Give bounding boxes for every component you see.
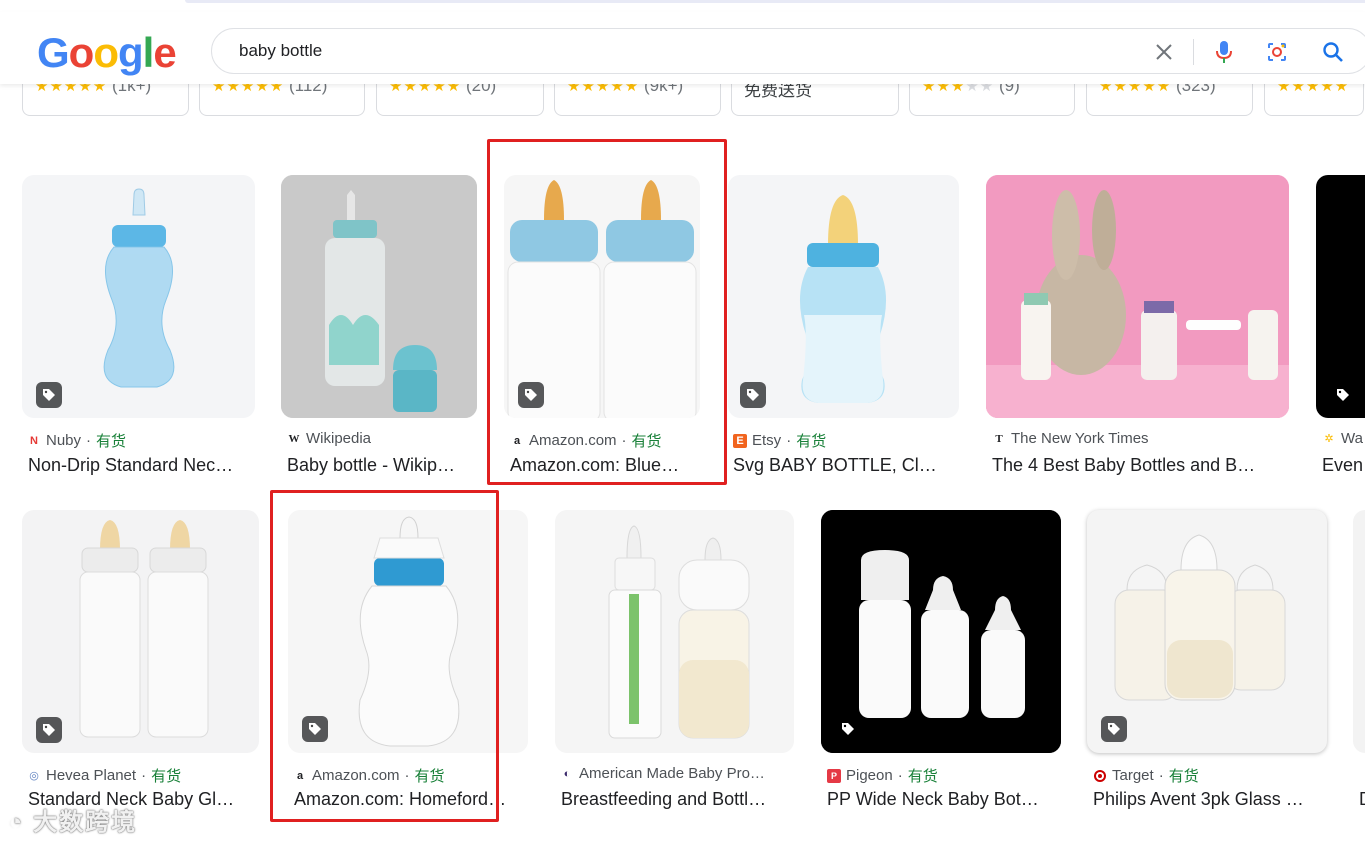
nyt-favicon-icon: T [995, 432, 1003, 445]
product-tag-icon [740, 382, 766, 408]
result-source[interactable]: N Nuby · 有货 [27, 430, 126, 451]
target-favicon-icon [1093, 769, 1107, 783]
highlight-box [270, 490, 499, 822]
result-title[interactable]: The 4 Best Baby Bottles and B… [992, 455, 1284, 476]
wikipedia-favicon-icon: W [288, 432, 300, 445]
result-title[interactable]: Even [1322, 455, 1365, 476]
search-divider [1193, 39, 1194, 65]
search-box[interactable]: baby bottle [211, 28, 1365, 74]
watermark: ◔ 大数跨境 [8, 802, 137, 837]
nuby-favicon-icon: N [30, 434, 38, 447]
source-name: Etsy [752, 432, 782, 449]
search-results-page: ★★★★★ (1k+) ★★★★★ (112) ★★★★★ (20) ★★★★★… [0, 0, 1365, 841]
result-thumbnail[interactable] [1353, 510, 1365, 753]
separator: · [897, 767, 903, 784]
pigeon-favicon-icon: P [827, 768, 841, 783]
product-tag-icon [1330, 382, 1356, 408]
lens-camera-icon[interactable] [1263, 38, 1291, 66]
watermark-logo-icon: ◔ [8, 809, 25, 836]
separator: · [1158, 767, 1164, 784]
result-thumbnail[interactable] [555, 510, 794, 753]
source-name: Wikipedia [306, 430, 372, 447]
availability: 有货 [796, 433, 827, 450]
availability: 有货 [1168, 768, 1199, 785]
source-name: The New York Times [1011, 430, 1149, 447]
watermark-text: 大数跨境 [33, 809, 138, 836]
result-title[interactable]: Baby bottle - Wikip… [287, 455, 475, 476]
result-source[interactable]: ✲ Wa [1322, 430, 1363, 447]
separator: · [786, 432, 792, 449]
clear-icon[interactable] [1150, 38, 1178, 66]
browser-top-strip [0, 0, 1365, 12]
search-input[interactable]: baby bottle [239, 41, 322, 61]
result-source[interactable]: Target · 有货 [1093, 765, 1199, 786]
result-source[interactable]: ◎ Hevea Planet · 有货 [27, 765, 181, 786]
google-logo[interactable]: Google [37, 32, 177, 74]
american-made-favicon-icon: ◐ [563, 767, 571, 780]
product-tag-icon [36, 382, 62, 408]
availability: 有货 [151, 768, 182, 785]
result-source[interactable]: W Wikipedia [287, 430, 372, 447]
separator: · [141, 767, 147, 784]
source-name: Pigeon [846, 767, 893, 784]
result-source[interactable]: P Pigeon · 有货 [827, 765, 938, 786]
result-source[interactable]: E Etsy · 有货 [733, 430, 826, 451]
separator: · [86, 432, 92, 449]
result-title[interactable]: D [1359, 789, 1365, 810]
walmart-favicon-icon: ✲ [1324, 433, 1334, 445]
source-name: Nuby [46, 432, 82, 449]
product-tag-icon [1101, 716, 1127, 742]
result-title[interactable]: Breastfeeding and Bottl… [561, 789, 791, 810]
result-title[interactable]: Non-Drip Standard Nec… [28, 455, 254, 476]
microphone-icon[interactable] [1210, 38, 1238, 66]
result-thumbnail[interactable] [986, 175, 1289, 418]
result-title[interactable]: Svg BABY BOTTLE, Cl… [733, 455, 959, 476]
etsy-favicon-icon: E [733, 433, 747, 448]
availability: 有货 [907, 768, 938, 785]
result-title[interactable]: PP Wide Neck Baby Bot… [827, 789, 1059, 810]
source-name: Hevea Planet [46, 767, 137, 784]
product-tag-icon [36, 717, 62, 743]
source-name: Wa [1341, 430, 1363, 447]
result-source[interactable]: ◐ American Made Baby Pro… [560, 765, 765, 782]
source-name: American Made Baby Pro… [579, 765, 765, 782]
source-name: Target [1112, 767, 1154, 784]
result-title[interactable]: Philips Avent 3pk Glass … [1093, 789, 1325, 810]
hevea-favicon-icon: ◎ [29, 770, 39, 782]
result-thumbnail[interactable] [728, 175, 959, 418]
result-source[interactable]: T The New York Times [992, 430, 1149, 447]
result-thumbnail[interactable] [281, 175, 477, 418]
header: Google baby bottle [0, 12, 1365, 84]
highlight-box [487, 139, 727, 485]
product-tag-icon [835, 716, 861, 742]
search-icon[interactable] [1319, 38, 1347, 66]
availability: 有货 [96, 433, 127, 450]
